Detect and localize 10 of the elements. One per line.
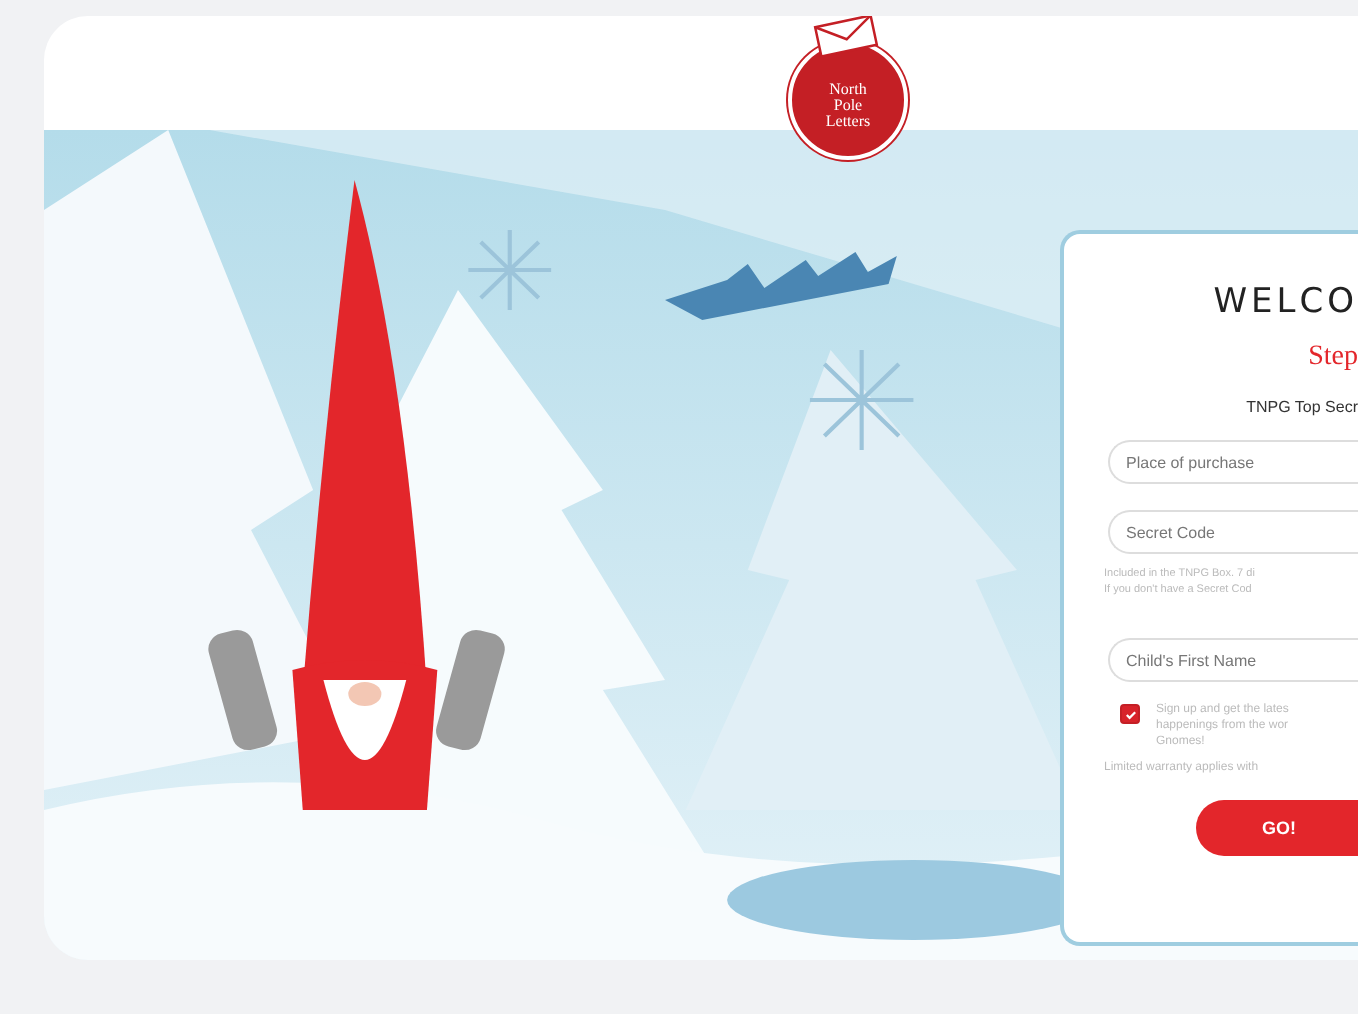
signup-checkbox[interactable] (1120, 704, 1140, 724)
welcome-heading: WELCO (1211, 282, 1358, 322)
logo-text: North Pole Letters (823, 82, 873, 130)
go-button[interactable]: GO! (1196, 800, 1358, 856)
subtitle: TNPG Top Secr (1244, 398, 1358, 416)
text-field[interactable]: Secret Code (1108, 510, 1358, 554)
text-field[interactable]: Place of purchase (1108, 440, 1358, 484)
name-field[interactable]: Child's First Name (1108, 638, 1358, 682)
step-heading: Step (1306, 342, 1358, 374)
check-icon (1123, 707, 1137, 721)
